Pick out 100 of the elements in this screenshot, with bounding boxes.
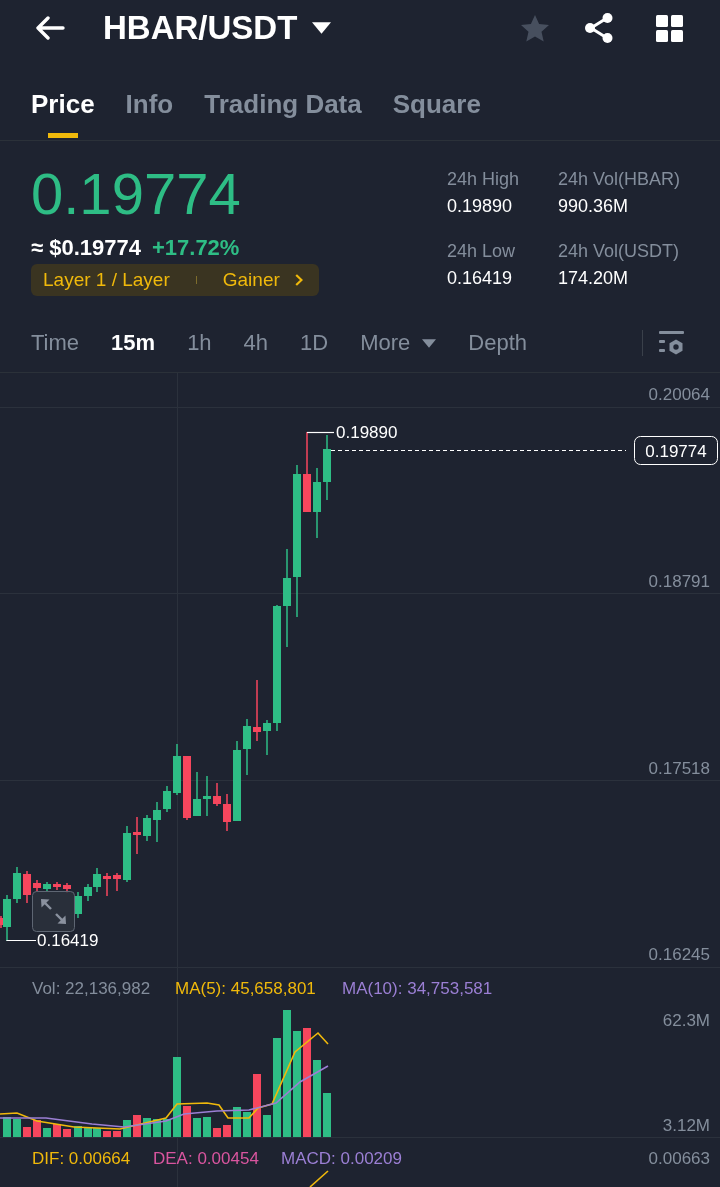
candle	[113, 873, 121, 891]
stat-value: 990.36M	[558, 195, 629, 218]
stat-label: 24h Vol(HBAR)	[558, 168, 681, 191]
candle	[223, 794, 231, 831]
volume-bar	[163, 1119, 171, 1137]
expand-icon[interactable]	[32, 891, 75, 932]
candle	[153, 802, 161, 842]
candle	[323, 435, 331, 500]
volume-bar	[253, 1074, 261, 1137]
tab[interactable]: Trading Data	[204, 56, 362, 140]
pair-selector[interactable]: HBAR/USDT	[103, 8, 332, 48]
candle	[143, 815, 151, 841]
volume-bar	[53, 1124, 61, 1137]
interval-tab[interactable]: 15m	[111, 329, 156, 357]
volume-bar	[323, 1093, 331, 1137]
volume-bar	[103, 1131, 111, 1137]
last-price: 0.19774	[31, 165, 241, 223]
candle	[173, 744, 181, 795]
interval-tab[interactable]: 1D	[300, 329, 329, 357]
candle	[213, 783, 221, 806]
candle	[253, 680, 261, 741]
grid-icon[interactable]	[656, 14, 683, 42]
tab[interactable]: Price	[31, 56, 95, 140]
interval-tab[interactable]: Depth	[468, 329, 528, 357]
price-axis-label: 0.16245	[648, 945, 710, 964]
price-change: +17.72%	[151, 235, 240, 261]
share-icon[interactable]	[585, 13, 613, 43]
sector-tag: Layer 1 / Layer	[43, 268, 170, 292]
candle	[243, 719, 251, 775]
volume-legend: Vol: 22,136,982	[32, 979, 151, 998]
volume-bar	[143, 1118, 151, 1137]
volume-axis-label: 62.3M	[662, 1011, 710, 1030]
star-icon[interactable]	[520, 13, 550, 43]
fiat-price: ≈ $0.19774	[31, 235, 141, 261]
volume-bar	[213, 1128, 221, 1137]
volume-bar	[153, 1119, 161, 1137]
candle	[53, 882, 61, 890]
stat-label: 24h Vol(USDT)	[558, 240, 680, 263]
stat-value: 0.16419	[447, 267, 513, 290]
candle	[183, 756, 191, 820]
candle	[313, 468, 321, 538]
interval-dropdown[interactable]: More	[360, 329, 437, 357]
caret-down-icon	[312, 22, 332, 34]
stat-label: 24h Low	[447, 240, 516, 263]
dif-line	[309, 1170, 329, 1187]
macd-axis-label: 0.00663	[648, 1149, 710, 1168]
candle	[103, 873, 111, 896]
macd-legend: DIF: 0.00664	[32, 1149, 131, 1168]
candle	[123, 826, 131, 882]
candle	[43, 882, 51, 891]
volume-legend: MA(10): 34,753,581	[342, 979, 493, 998]
candle	[33, 880, 41, 892]
candle	[193, 772, 201, 816]
stat-value: 0.19890	[447, 195, 513, 218]
macd-legend: DEA: 0.00454	[153, 1149, 259, 1168]
volume-bar	[233, 1107, 241, 1137]
interval-tab[interactable]: 1h	[187, 329, 212, 357]
volume-bar	[123, 1120, 131, 1137]
caret-down-icon	[422, 338, 437, 348]
volume-bar	[183, 1106, 191, 1137]
price-axis-label: 0.20064	[648, 385, 710, 404]
interval-tab[interactable]: Time	[31, 329, 80, 357]
candle	[203, 776, 211, 816]
macd-legend: MACD: 0.00209	[281, 1149, 402, 1168]
candle	[133, 817, 141, 854]
candle	[23, 871, 31, 903]
last-price-tag: 0.19774	[634, 436, 718, 465]
volume-bar	[43, 1128, 51, 1137]
stat-label: 24h High	[447, 168, 520, 191]
chart-settings-icon[interactable]	[659, 331, 684, 355]
volume-bar	[133, 1115, 141, 1137]
candle	[13, 867, 21, 903]
volume-bar	[3, 1117, 11, 1137]
tag-bar[interactable]: Layer 1 / Layer Gainer	[31, 264, 319, 296]
volume-bar	[263, 1115, 271, 1137]
stat-value: 174.20M	[558, 267, 629, 290]
tab[interactable]: Info	[125, 56, 174, 140]
volume-bar	[223, 1125, 231, 1137]
volume-bar	[193, 1118, 201, 1137]
volume-bar	[74, 1126, 82, 1137]
low-price-label: 0.16419	[37, 931, 99, 950]
volume-bar	[63, 1129, 71, 1137]
low-marker-line	[6, 939, 37, 942]
back-icon[interactable]	[35, 16, 65, 40]
volume-bar	[33, 1120, 41, 1137]
high-price-label: 0.19890	[336, 423, 398, 442]
candle	[263, 720, 271, 755]
tab[interactable]: Square	[392, 56, 481, 140]
candle	[163, 786, 171, 812]
volume-bar	[203, 1117, 211, 1137]
price-axis-label: 0.18791	[648, 572, 710, 591]
volume-bar	[243, 1112, 251, 1137]
ranking-tag: Gainer	[222, 268, 280, 292]
volume-bar	[23, 1127, 31, 1137]
volume-bar	[113, 1131, 121, 1137]
volume-axis-label: 3.12M	[662, 1116, 710, 1135]
price-axis-label: 0.17518	[648, 759, 710, 778]
chevron-right-icon	[294, 274, 303, 286]
interval-tab[interactable]: 4h	[243, 329, 269, 357]
volume-legend: MA(5): 45,658,801	[175, 979, 316, 998]
